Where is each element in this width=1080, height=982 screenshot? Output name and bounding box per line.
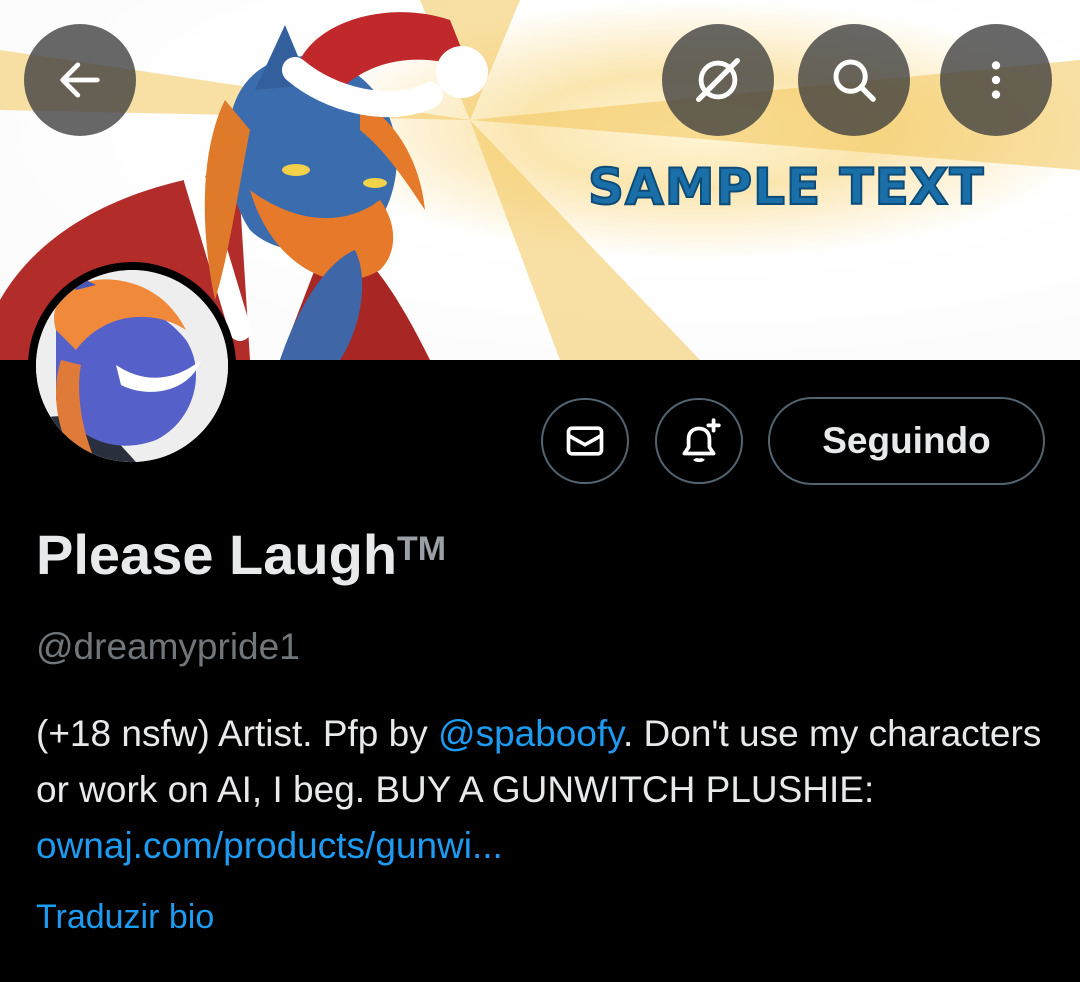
more-vertical-icon <box>991 61 1001 99</box>
envelope-icon <box>566 426 604 456</box>
satellite-off-icon <box>696 58 740 102</box>
search-icon <box>833 59 876 102</box>
following-button[interactable]: Seguindo <box>768 397 1045 485</box>
bio-mention-link[interactable]: @spaboofy <box>438 713 623 754</box>
bio-text: (+18 nsfw) Artist. Pfp by <box>36 713 439 754</box>
user-handle: @dreamypride1 <box>36 626 300 667</box>
trademark-label: TM <box>397 530 447 569</box>
display-name: Please LaughTM <box>36 522 446 587</box>
bell-plus-icon <box>682 418 721 463</box>
display-name-text: Please Laugh <box>36 523 398 586</box>
translate-bio-link[interactable]: Traduzir bio <box>36 898 214 937</box>
notifications-button[interactable] <box>655 398 743 484</box>
avatar-image <box>36 270 228 462</box>
grok-button[interactable] <box>662 24 774 136</box>
back-button[interactable] <box>24 24 136 136</box>
avatar[interactable] <box>28 262 236 470</box>
more-options-button[interactable] <box>940 24 1052 136</box>
bio: (+18 nsfw) Artist. Pfp by @spaboofy. Don… <box>36 706 1046 874</box>
message-button[interactable] <box>541 398 629 484</box>
banner-text: SAMPLE TEXT <box>587 157 985 217</box>
bio-url-link[interactable]: ownaj.com/products/gunwi... <box>36 825 503 866</box>
search-button[interactable] <box>798 24 910 136</box>
arrow-left-icon <box>60 62 100 98</box>
